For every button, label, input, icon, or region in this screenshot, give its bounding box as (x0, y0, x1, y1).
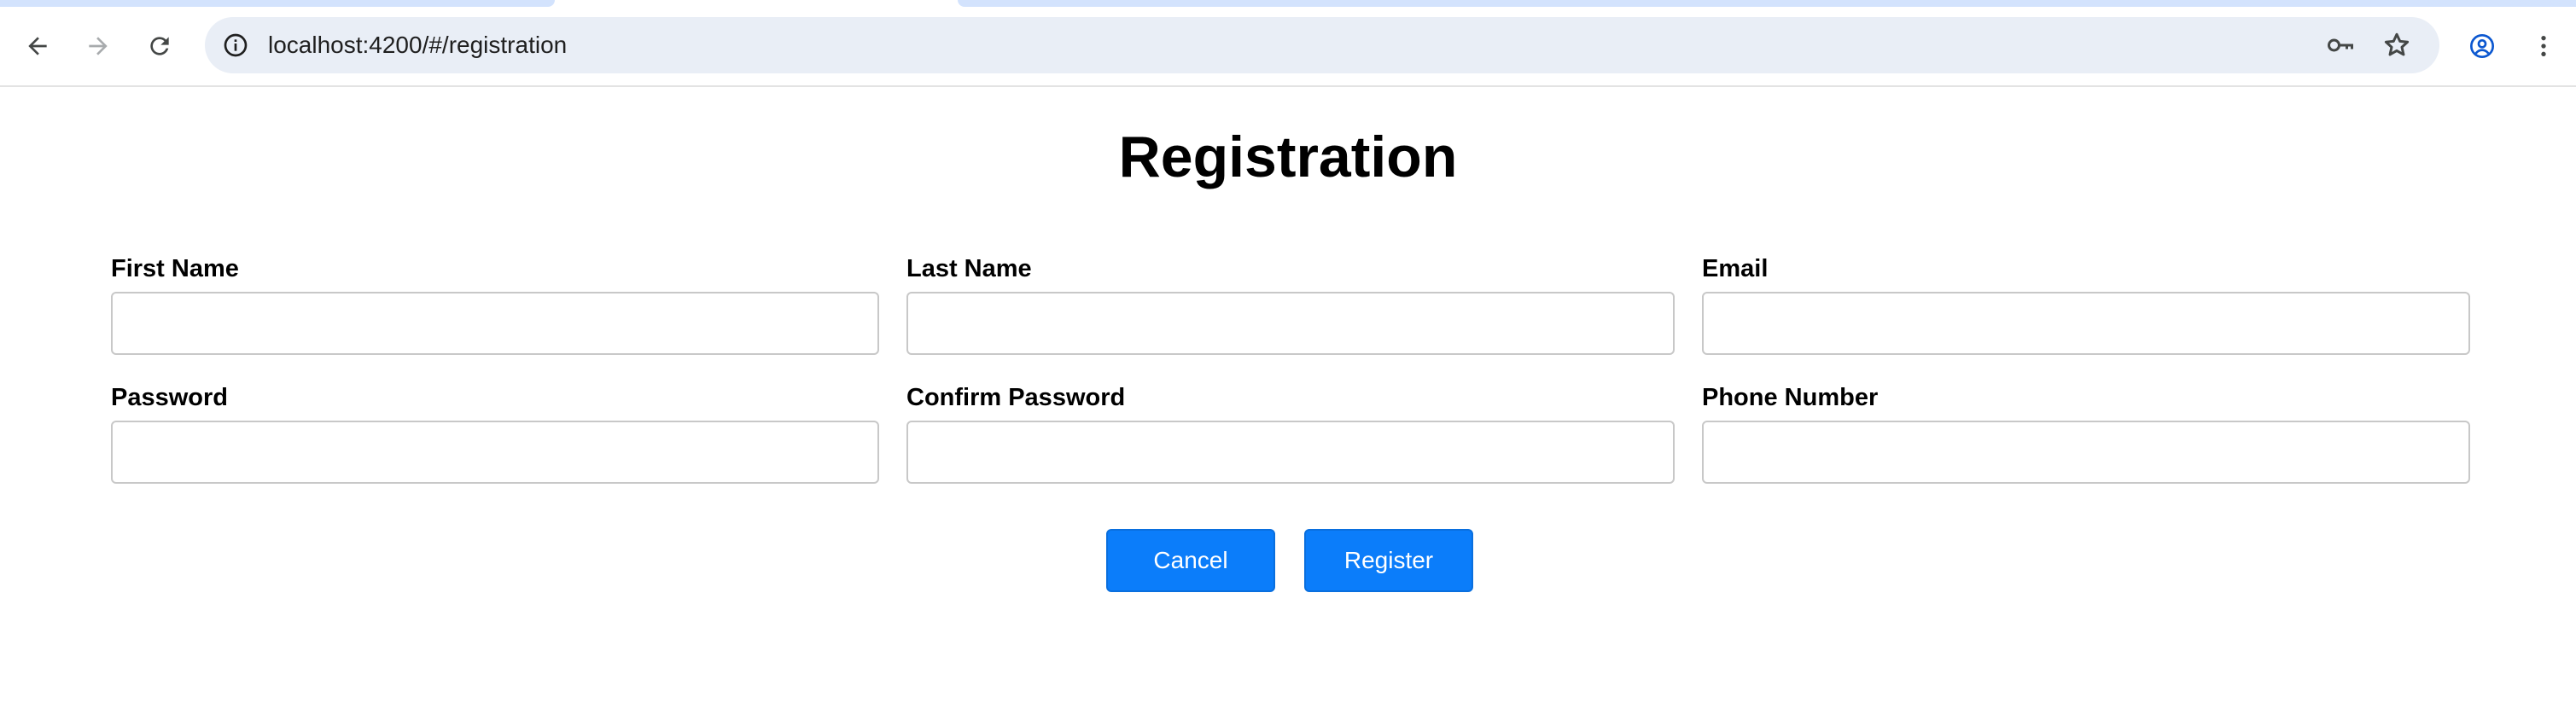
forward-button[interactable] (79, 27, 117, 65)
browser-menu-button[interactable] (2525, 27, 2562, 65)
password-label: Password (111, 384, 228, 411)
url-text[interactable]: localhost:4200/#/registration (268, 32, 567, 59)
confirm-password-input[interactable] (906, 421, 1675, 484)
last-name-label: Last Name (906, 255, 1032, 282)
inactive-tab-right[interactable] (958, 0, 2576, 7)
phone-number-input[interactable] (1702, 421, 2470, 484)
last-name-input[interactable] (906, 292, 1675, 355)
first-name-label: First Name (111, 255, 239, 282)
email-label: Email (1702, 255, 1769, 282)
back-button[interactable] (19, 27, 56, 65)
phone-number-label: Phone Number (1702, 384, 1879, 411)
tab-strip (0, 0, 2576, 7)
profile-icon (2470, 34, 2494, 58)
info-icon[interactable] (222, 32, 249, 59)
confirm-password-label: Confirm Password (906, 384, 1126, 411)
page-title: Registration (1118, 125, 1458, 189)
back-arrow-icon (28, 37, 47, 55)
cancel-button[interactable]: Cancel (1106, 529, 1275, 592)
browser-toolbar: localhost:4200/#/registration (0, 7, 2576, 87)
password-key-icon[interactable] (2325, 30, 2356, 61)
kebab-menu-icon (2541, 36, 2546, 56)
address-bar[interactable]: localhost:4200/#/registration (205, 17, 2439, 73)
password-input[interactable] (111, 421, 879, 484)
register-button[interactable]: Register (1304, 529, 1473, 592)
reload-icon (150, 37, 169, 55)
first-name-input[interactable] (111, 292, 879, 355)
forward-arrow-icon (89, 37, 108, 55)
inactive-tab-left[interactable] (0, 0, 555, 7)
profile-button[interactable] (2463, 27, 2501, 65)
email-input[interactable] (1702, 292, 2470, 355)
reload-button[interactable] (141, 27, 178, 65)
bookmark-star-icon[interactable] (2381, 30, 2412, 61)
